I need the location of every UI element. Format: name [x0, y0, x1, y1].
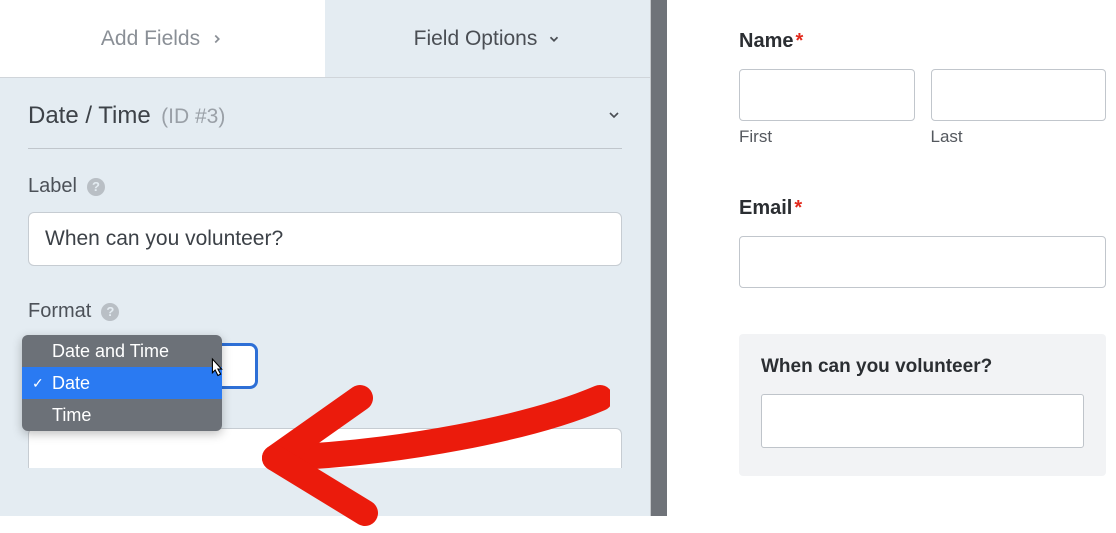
- tab-add-fields[interactable]: Add Fields: [0, 0, 325, 77]
- dropdown-option-time[interactable]: Time: [22, 399, 222, 431]
- cursor-pointer-icon: [206, 357, 228, 383]
- option-label: Date: [52, 373, 90, 394]
- description-input[interactable]: [28, 428, 622, 468]
- dropdown-option-date-and-time[interactable]: Date and Time: [22, 335, 222, 367]
- email-label: Email*: [739, 197, 1106, 220]
- field-id: (ID #3): [161, 105, 225, 128]
- first-name-input[interactable]: [739, 69, 915, 121]
- format-dropdown: Date and Time ✓ Date Time: [22, 335, 222, 431]
- label-input[interactable]: [28, 212, 622, 266]
- help-icon[interactable]: ?: [87, 178, 105, 196]
- volunteer-field-card[interactable]: When can you volunteer?: [739, 334, 1106, 476]
- tab-label: Add Fields: [101, 27, 200, 51]
- check-icon: ✓: [32, 375, 44, 392]
- label-text: Email: [739, 197, 792, 219]
- dropdown-option-date[interactable]: ✓ Date: [22, 367, 222, 399]
- chevron-down-icon: [606, 107, 622, 123]
- format-field-row: Format ?: [28, 300, 622, 323]
- field-options-panel: Add Fields Field Options Date / Time (ID…: [0, 0, 651, 516]
- email-input[interactable]: [739, 236, 1106, 288]
- first-sublabel: First: [739, 127, 915, 147]
- field-title: Date / Time: [28, 102, 151, 129]
- volunteer-label: When can you volunteer?: [761, 356, 1084, 378]
- option-label: Date and Time: [52, 341, 169, 362]
- chevron-down-icon: [547, 32, 561, 46]
- panel-divider[interactable]: [651, 0, 667, 516]
- name-row: First Last: [739, 69, 1106, 147]
- last-sublabel: Last: [931, 127, 1107, 147]
- required-indicator: *: [794, 197, 802, 219]
- option-label: Time: [52, 405, 91, 426]
- label-text: Label: [28, 175, 77, 198]
- form-preview: Name* First Last Email* When can you vol…: [667, 0, 1116, 516]
- label-text: Name: [739, 30, 793, 52]
- volunteer-date-input[interactable]: [761, 394, 1084, 448]
- chevron-right-icon: [210, 32, 224, 46]
- tab-field-options[interactable]: Field Options: [325, 0, 650, 77]
- name-label: Name*: [739, 30, 1106, 53]
- format-text: Format: [28, 300, 91, 323]
- label-field-row: Label ?: [28, 175, 622, 198]
- help-icon[interactable]: ?: [101, 303, 119, 321]
- tab-label: Field Options: [414, 27, 538, 51]
- panel-tabs: Add Fields Field Options: [0, 0, 650, 78]
- required-indicator: *: [795, 30, 803, 52]
- panel-body: Date / Time (ID #3) Label ? Format ?: [0, 78, 650, 516]
- last-name-input[interactable]: [931, 69, 1107, 121]
- field-header[interactable]: Date / Time (ID #3): [28, 102, 622, 149]
